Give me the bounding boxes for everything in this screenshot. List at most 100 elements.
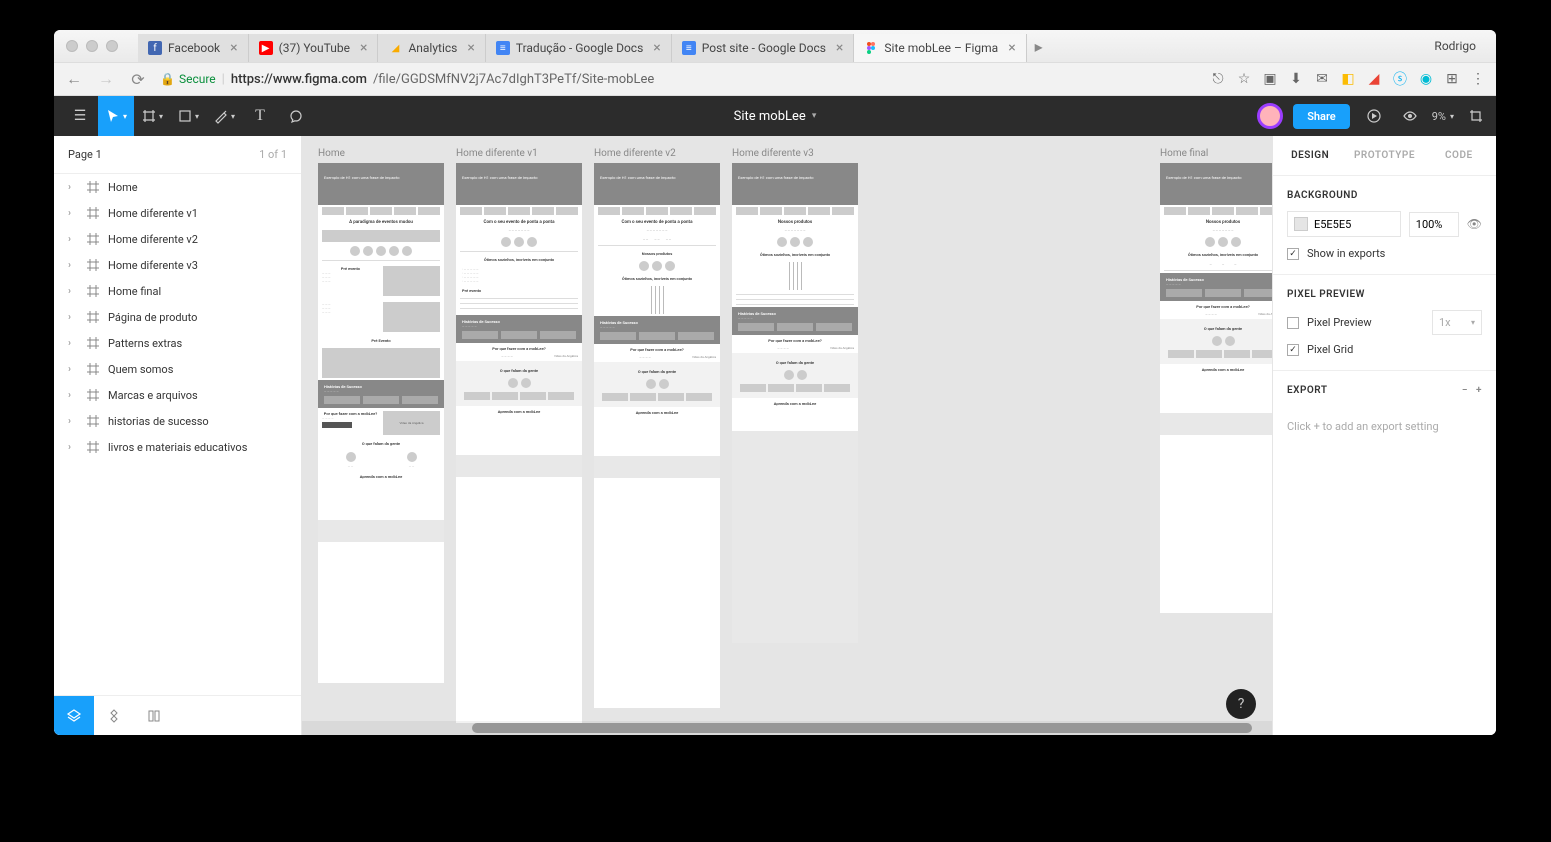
minus-icon[interactable]: − [1462, 385, 1468, 396]
frame-home-v3[interactable]: Exemplo de H1 com uma frase de impacto N… [732, 163, 858, 643]
frame-home[interactable]: Exemplo de H1 com uma frase de impacto A… [318, 163, 444, 683]
reload-button[interactable]: ⟳ [128, 69, 148, 89]
url-input[interactable]: 🔒 Secure | https://www.figma.com/file/GG… [160, 72, 1198, 87]
pixel-grid-checkbox[interactable]: Pixel Grid [1287, 343, 1482, 356]
text-tool[interactable]: T [242, 96, 278, 136]
present-button[interactable] [1360, 96, 1388, 136]
scrollbar-horizontal[interactable] [302, 721, 1272, 735]
ext-icon-2[interactable]: ◢ [1366, 71, 1382, 87]
tab-youtube[interactable]: ▶ (37) YouTube × [249, 34, 379, 62]
pen-tool[interactable]: ▾ [206, 96, 242, 136]
tab-prototype[interactable]: PROTOTYPE [1347, 136, 1421, 175]
frame-tool[interactable]: ▾ [134, 96, 170, 136]
tab-label: Site mobLee – Figma [884, 41, 998, 55]
comment-tool[interactable] [278, 96, 314, 136]
show-in-exports-checkbox[interactable]: Show in exports [1287, 247, 1482, 260]
layer-item[interactable]: ›Home diferente v1 [54, 200, 301, 226]
crop-button[interactable] [1464, 96, 1488, 136]
help-button[interactable]: ? [1226, 689, 1256, 719]
layer-item[interactable]: ›Home final [54, 278, 301, 304]
back-button[interactable]: ← [64, 69, 84, 89]
document-title[interactable]: Site mobLee ▾ [734, 109, 817, 124]
menu-icon[interactable]: ⋮ [1470, 71, 1486, 87]
save-icon[interactable]: ⬇ [1288, 71, 1304, 87]
share-button[interactable]: Share [1293, 104, 1350, 129]
close-icon[interactable]: × [1008, 40, 1015, 56]
tab-docs-2[interactable]: ≡ Post site - Google Docs × [672, 34, 855, 62]
zoom-control[interactable]: 9% ▾ [1432, 110, 1454, 123]
pixel-preview-checkbox[interactable]: Pixel Preview 1x▾ [1287, 310, 1482, 335]
star-icon[interactable]: ☆ [1236, 71, 1252, 87]
profile-name[interactable]: Rodrigo [1434, 39, 1484, 53]
layer-item[interactable]: ›Home diferente v2 [54, 226, 301, 252]
mail-icon[interactable]: ✉ [1314, 71, 1330, 87]
forward-button[interactable]: → [96, 69, 116, 89]
analytics-icon: ◢ [388, 41, 402, 55]
layer-item[interactable]: ›Home diferente v3 [54, 252, 301, 278]
ext-icon-1[interactable]: ◧ [1340, 71, 1356, 87]
tab-label: Facebook [168, 41, 220, 55]
section-title: BACKGROUND [1287, 190, 1482, 201]
layer-item[interactable]: ›Quem somos [54, 356, 301, 382]
background-opacity-input[interactable]: 100% [1409, 212, 1459, 237]
layer-item[interactable]: ›Marcas e arquivos [54, 382, 301, 408]
checkbox-icon [1287, 317, 1299, 329]
eye-icon[interactable]: 👁 [1467, 217, 1482, 231]
tab-code[interactable]: CODE [1422, 136, 1496, 175]
move-tool[interactable]: ▾ [98, 96, 134, 136]
scrollbar-thumb[interactable] [472, 723, 1252, 733]
figma-icon [864, 41, 878, 55]
chevron-right-icon: › [68, 338, 78, 349]
ext-icon-3[interactable]: ◉ [1418, 71, 1434, 87]
minimize-window-button[interactable] [86, 40, 98, 52]
components-tab-button[interactable] [94, 696, 134, 736]
close-window-button[interactable] [66, 40, 78, 52]
bookmark-icon[interactable]: ⎋ [1210, 71, 1226, 87]
scale-select[interactable]: 1x▾ [1432, 310, 1482, 335]
color-swatch[interactable] [1294, 217, 1308, 231]
cast-icon[interactable]: ▣ [1262, 71, 1278, 87]
layer-item[interactable]: ›Página de produto [54, 304, 301, 330]
frame-column: Home final Exemplo de H1 com uma frase d… [1160, 148, 1272, 723]
canvas[interactable]: Home Exemplo de H1 com uma frase de impa… [302, 136, 1272, 735]
tab-facebook[interactable]: f Facebook × [138, 34, 249, 62]
pages-header[interactable]: Page 1 1 of 1 [54, 136, 301, 174]
tab-label: Tradução - Google Docs [516, 41, 643, 55]
menu-button[interactable]: ☰ [62, 96, 98, 136]
frame-icon [86, 180, 100, 194]
close-icon[interactable]: × [467, 40, 474, 56]
plus-icon[interactable]: + [1476, 385, 1482, 396]
close-icon[interactable]: × [360, 40, 367, 56]
frame-icon [86, 258, 100, 272]
skype-icon[interactable]: ⓢ [1392, 71, 1408, 87]
tab-figma[interactable]: Site mobLee – Figma × [854, 34, 1026, 62]
library-tab-button[interactable] [134, 696, 174, 736]
close-icon[interactable]: × [230, 40, 237, 56]
frame-home-v2[interactable]: Exemplo de H1 com uma frase de impacto C… [594, 163, 720, 708]
ext-icon-4[interactable]: ⊞ [1444, 71, 1460, 87]
tab-analytics[interactable]: ◢ Analytics × [378, 34, 485, 62]
tab-design[interactable]: DESIGN [1273, 136, 1347, 175]
view-button[interactable] [1398, 96, 1422, 136]
background-hex-input[interactable]: E5E5E5 [1287, 211, 1401, 237]
layer-item[interactable]: ›Home [54, 174, 301, 200]
frame-home-final[interactable]: Exemplo de H1 com uma frase de impacto N… [1160, 163, 1272, 613]
layers-tab-button[interactable] [54, 696, 94, 736]
frame-label: Home [318, 148, 444, 159]
shape-tool[interactable]: ▾ [170, 96, 206, 136]
browser-window: f Facebook × ▶ (37) YouTube × ◢ Analytic… [54, 30, 1496, 735]
avatar[interactable] [1257, 103, 1283, 129]
secure-badge: 🔒 Secure [160, 72, 216, 86]
maximize-window-button[interactable] [106, 40, 118, 52]
docs-icon: ≡ [496, 41, 510, 55]
layer-item[interactable]: ›Patterns extras [54, 330, 301, 356]
chevron-right-icon: › [68, 390, 78, 401]
close-icon[interactable]: × [836, 40, 843, 56]
close-icon[interactable]: × [653, 40, 660, 56]
layer-item[interactable]: ›livros e materiais educativos [54, 434, 301, 460]
layer-item[interactable]: ›historias de sucesso [54, 408, 301, 434]
new-tab-button[interactable]: ▸ [1027, 31, 1051, 62]
tab-docs-1[interactable]: ≡ Tradução - Google Docs × [486, 34, 672, 62]
frame-home-v1[interactable]: Exemplo de H1 com uma frase de impacto C… [456, 163, 582, 723]
page-count: 1 of 1 [259, 148, 287, 161]
